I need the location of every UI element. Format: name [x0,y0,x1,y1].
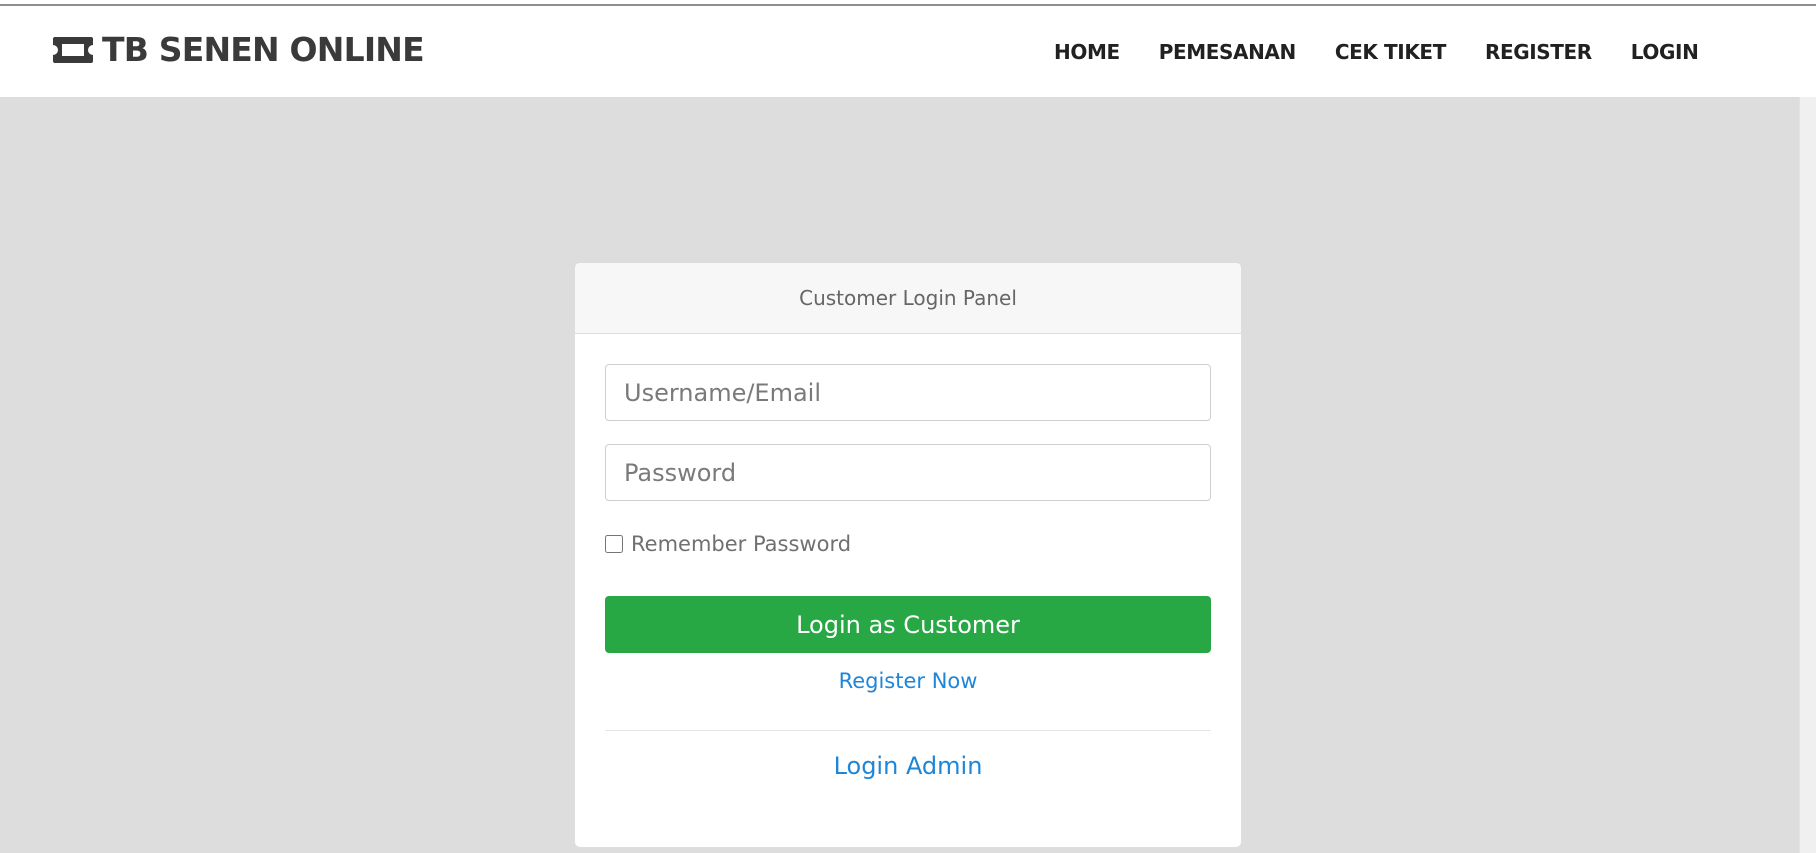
password-input[interactable] [605,444,1211,501]
remember-password-checkbox[interactable] [605,535,623,553]
brand-name: TB SENEN ONLINE [102,30,425,69]
nav-cek-tiket[interactable]: CEK TIKET [1335,40,1446,64]
scrollbar-track[interactable] [1799,97,1816,853]
username-input[interactable] [605,364,1211,421]
login-as-customer-button[interactable]: Login as Customer [605,596,1211,653]
remember-password[interactable]: Remember Password [605,532,851,556]
navbar: TB SENEN ONLINE HOME PEMESANAN CEK TIKET… [0,6,1816,97]
login-card-header: Customer Login Panel [575,263,1241,334]
nav-register[interactable]: REGISTER [1485,40,1592,64]
login-card: Customer Login Panel Remember Password L… [575,263,1241,847]
nav-home[interactable]: HOME [1054,40,1120,64]
remember-password-label: Remember Password [631,532,852,556]
login-admin-link[interactable]: Login Admin [605,752,1211,780]
register-now-link[interactable]: Register Now [605,669,1211,693]
ticket-icon [53,37,93,63]
nav-pemesanan[interactable]: PEMESANAN [1159,40,1297,64]
page: TB SENEN ONLINE HOME PEMESANAN CEK TIKET… [0,0,1816,853]
brand-logo-link[interactable]: TB SENEN ONLINE [52,30,425,70]
nav-login[interactable]: LOGIN [1631,40,1699,64]
divider [605,730,1211,731]
login-panel-title: Customer Login Panel [799,286,1017,310]
main-nav: HOME PEMESANAN CEK TIKET REGISTER LOGIN [1054,6,1699,97]
